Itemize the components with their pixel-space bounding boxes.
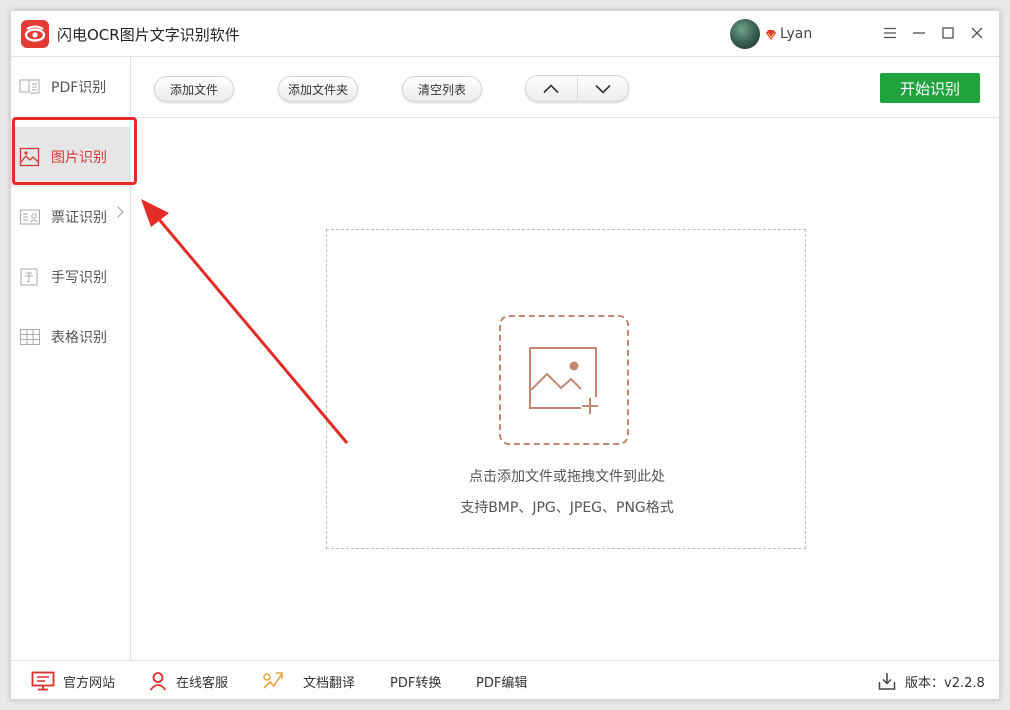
reorder-buttons [525,75,629,102]
add-image-area[interactable] [499,315,629,445]
move-down-button[interactable] [577,76,628,101]
close-icon [971,27,983,39]
table-icon [19,326,41,348]
user-support-icon [148,671,168,691]
avatar[interactable] [730,19,760,49]
pdf-edit-link[interactable]: PDF编辑 [476,661,528,699]
sidebar-item-label: 票证识别 [51,210,107,226]
monitor-icon [31,671,55,691]
sidebar-item-image[interactable]: 图片识别 [11,127,131,187]
website-link[interactable]: 官方网站 [31,661,116,699]
version-label: 版本：v2.2.8 [905,675,985,691]
vip-diamond-icon [764,27,778,41]
pdf-edit-label: PDF编辑 [476,675,528,691]
pdf-convert-link[interactable]: PDF转换 [390,661,442,699]
image-icon [19,146,41,168]
pdf-file-icon [19,76,41,98]
chevron-up-icon [543,83,559,93]
sidebar: PDF识别 图片识别 票证识别 手写识别 表格识别 [11,57,131,660]
translate-link[interactable]: 文档翻译 [261,661,356,699]
move-up-button[interactable] [526,76,577,101]
menu-icon [884,27,896,39]
maximize-button[interactable] [938,23,958,43]
minimize-icon [913,32,925,34]
sidebar-item-label: 手写识别 [51,270,107,286]
file-drop-zone[interactable]: 点击添加文件或拖拽文件到此处 支持BMP、JPG、JPEG、PNG格式 [326,229,806,549]
support-link[interactable]: 在线客服 [148,661,229,699]
drop-hint: 点击添加文件或拖拽文件到此处 [469,469,665,485]
close-button[interactable] [967,23,987,43]
status-bar: 官方网站 在线客服 文档翻译 PDF转换 PDF编辑 版本：v2.2.8 [11,660,999,699]
handwriting-icon [19,266,41,288]
clear-list-button[interactable]: 清空列表 [402,76,482,102]
support-label: 在线客服 [176,675,229,691]
download-update-icon [877,671,897,691]
maximize-icon [942,27,954,39]
pdf-convert-label: PDF转换 [390,675,442,691]
sidebar-item-label: 表格识别 [51,330,107,346]
version-info[interactable]: 版本：v2.2.8 [877,661,985,699]
translate-label: 文档翻译 [303,675,356,691]
id-card-icon [19,206,41,228]
menu-button[interactable] [880,23,900,43]
chevron-down-icon [595,84,611,94]
chevron-right-icon [112,206,124,218]
sidebar-item-table[interactable]: 表格识别 [11,307,131,367]
title-bar: 闪电OCR图片文字识别软件 Lyan [11,11,999,57]
add-file-button[interactable]: 添加文件 [154,76,234,102]
start-recognition-button[interactable]: 开始识别 [880,73,980,103]
username[interactable]: Lyan [780,26,812,42]
app-logo-icon [21,20,49,48]
website-label: 官方网站 [63,675,116,691]
add-folder-button[interactable]: 添加文件夹 [278,76,358,102]
sidebar-item-ticket[interactable]: 票证识别 [11,187,131,247]
supported-formats: 支持BMP、JPG、JPEG、PNG格式 [460,500,674,516]
toolbar: 添加文件 添加文件夹 清空列表 开始识别 [132,57,999,118]
sidebar-item-handwriting[interactable]: 手写识别 [11,247,131,307]
minimize-button[interactable] [909,23,929,43]
app-title: 闪电OCR图片文字识别软件 [57,26,240,44]
sidebar-item-pdf[interactable]: PDF识别 [11,57,131,117]
translate-icon [261,670,285,692]
app-window: 闪电OCR图片文字识别软件 Lyan PDF识别 图片识别 票证识别 手写识别 … [10,10,1000,700]
image-add-icon [529,347,599,415]
sidebar-item-label: PDF识别 [51,80,107,96]
sidebar-item-label: 图片识别 [51,150,107,166]
